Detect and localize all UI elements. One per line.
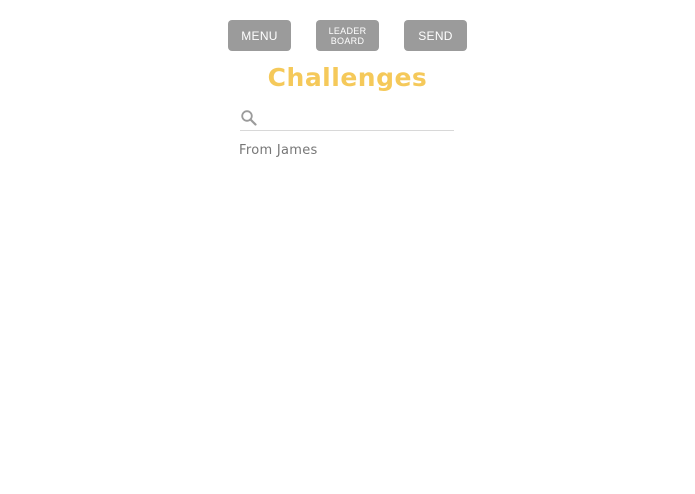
menu-button[interactable]: MENU xyxy=(228,20,291,51)
leaderboard-button[interactable]: LEADER BOARD xyxy=(316,20,379,51)
search-icon xyxy=(240,109,258,127)
challenge-list: From James xyxy=(239,142,455,160)
list-item[interactable]: From James xyxy=(239,142,455,160)
send-button[interactable]: SEND xyxy=(404,20,467,51)
page-title: Challenges xyxy=(267,63,428,92)
leaderboard-button-label-line1: LEADER xyxy=(328,25,367,36)
search-bar xyxy=(240,108,454,131)
leaderboard-button-label-line2: BOARD xyxy=(330,35,365,46)
search-input[interactable] xyxy=(262,108,452,128)
